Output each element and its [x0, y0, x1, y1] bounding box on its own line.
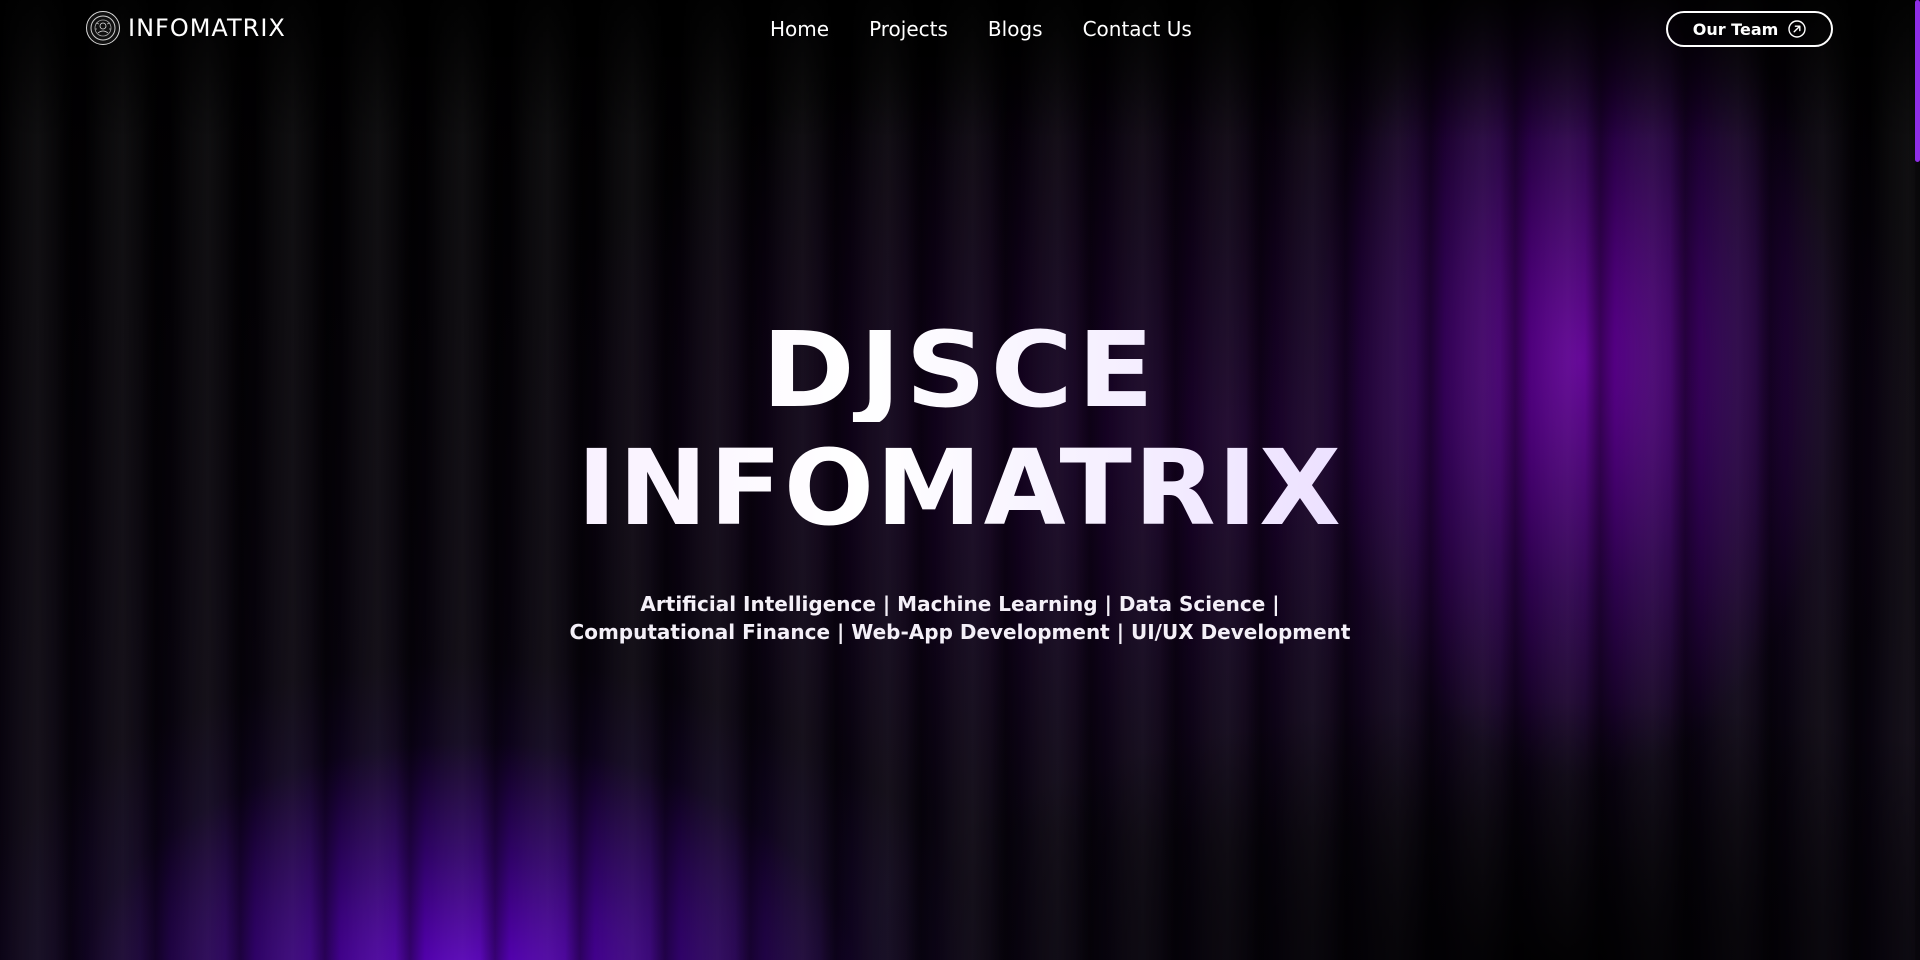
our-team-label: Our Team	[1692, 19, 1779, 39]
hero-title-line-2: INFOMATRIX	[0, 436, 1920, 540]
page-scrollbar[interactable]	[1915, 0, 1920, 960]
nav-link-blogs[interactable]: Blogs	[988, 15, 1043, 43]
hero-subtitle: Artificial Intelligence | Machine Learni…	[0, 590, 1920, 646]
hero-title-line-1: DJSCE	[0, 318, 1920, 422]
brand-name: INFOMATRIX	[128, 14, 286, 42]
page: INFOMATRIX Home Projects Blogs Contact U…	[0, 0, 1920, 960]
brand-home-link[interactable]: INFOMATRIX	[86, 11, 286, 45]
our-team-button[interactable]: Our Team	[1666, 11, 1833, 47]
nav-link-projects[interactable]: Projects	[869, 15, 948, 43]
hero-subtitle-line-2: Computational Finance | Web-App Developm…	[569, 620, 1351, 644]
navbar: INFOMATRIX Home Projects Blogs Contact U…	[0, 0, 1920, 58]
main-nav: Home Projects Blogs Contact Us	[770, 15, 1192, 43]
nav-link-contact-us[interactable]: Contact Us	[1083, 15, 1192, 43]
hero-title: DJSCE INFOMATRIX	[0, 318, 1920, 540]
nav-link-home[interactable]: Home	[770, 15, 829, 43]
arrow-up-right-circle-icon	[1788, 20, 1806, 38]
scrollbar-thumb[interactable]	[1915, 0, 1920, 162]
hero-subtitle-line-1: Artificial Intelligence | Machine Learni…	[640, 592, 1280, 616]
club-emblem-icon	[86, 11, 120, 45]
